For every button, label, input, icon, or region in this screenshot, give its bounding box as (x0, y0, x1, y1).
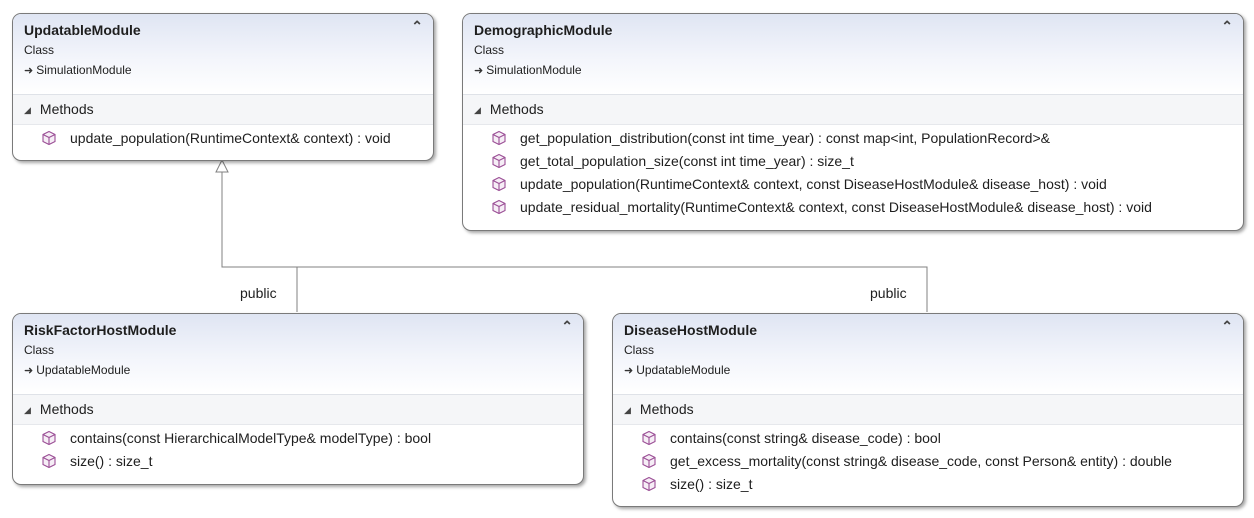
methods-section-label: Methods (639, 401, 694, 417)
method-row[interactable]: update_population(RuntimeContext& contex… (463, 173, 1243, 196)
inheritance-arrow-icon: ➜ (24, 365, 34, 377)
class-name: UpdatableModule (24, 22, 141, 38)
inheritance-arrow-icon: ➜ (24, 65, 34, 77)
method-row[interactable]: update_residual_mortality(RuntimeContext… (463, 196, 1243, 219)
collapse-icon[interactable]: ⌃ (561, 319, 573, 333)
triangle-down-icon: ◢ (474, 105, 481, 115)
connector-disease-to-updatable (222, 266, 928, 312)
method-list: get_population_distribution(const int ti… (463, 125, 1243, 219)
method-cube-icon (42, 430, 56, 446)
method-cube-icon (492, 130, 506, 146)
method-row[interactable]: get_total_population_size(const int time… (463, 150, 1243, 173)
class-parent-name: SimulationModule (36, 63, 132, 77)
method-cube-icon (642, 430, 656, 446)
methods-section-header[interactable]: ◢ Methods (13, 395, 583, 425)
class-kind: Class (624, 343, 655, 357)
class-name: DiseaseHostModule (624, 322, 758, 338)
method-signature: size() : size_t (670, 476, 753, 492)
class-header: DemographicModule Class ➜ SimulationModul… (463, 14, 1243, 95)
methods-section-label: Methods (489, 101, 544, 117)
method-cube-icon (42, 130, 56, 146)
method-cube-icon (492, 176, 506, 192)
class-box-demographic-module[interactable]: DemographicModule Class ➜ SimulationModul… (462, 13, 1244, 231)
method-row[interactable]: size() : size_t (13, 450, 583, 473)
method-cube-icon (642, 453, 656, 469)
collapse-icon[interactable]: ⌃ (1221, 19, 1233, 33)
method-row[interactable]: update_population(RuntimeContext& contex… (13, 127, 433, 150)
class-parent-name: UpdatableModule (36, 363, 131, 377)
class-parent-name: UpdatableModule (636, 363, 731, 377)
class-parent: ➜ UpdatableModule (24, 363, 130, 377)
method-signature: get_total_population_size(const int time… (520, 153, 854, 169)
method-list: update_population(RuntimeContext& contex… (13, 125, 433, 150)
method-cube-icon (642, 476, 656, 492)
method-signature: get_excess_mortality(const string& disea… (670, 453, 1172, 469)
class-header: DiseaseHostModule Class ➜ UpdatableModule… (613, 314, 1243, 395)
class-box-updatable-module[interactable]: UpdatableModule Class ➜ SimulationModule … (12, 13, 434, 161)
method-row[interactable]: contains(const HierarchicalModelType& mo… (13, 427, 583, 450)
inheritance-arrowhead (215, 158, 229, 173)
method-cube-icon (42, 453, 56, 469)
class-parent-name: SimulationModule (486, 63, 582, 77)
triangle-down-icon: ◢ (24, 405, 31, 415)
triangle-down-icon: ◢ (624, 405, 631, 415)
method-signature: update_population(RuntimeContext& contex… (520, 176, 1107, 192)
method-signature: get_population_distribution(const int ti… (520, 130, 1050, 146)
methods-section-header[interactable]: ◢ Methods (613, 395, 1243, 425)
class-box-disease-host-module[interactable]: DiseaseHostModule Class ➜ UpdatableModule… (612, 313, 1244, 507)
class-parent: ➜ UpdatableModule (624, 363, 730, 377)
inheritance-arrow-icon: ➜ (624, 365, 634, 377)
class-name: DemographicModule (474, 22, 613, 38)
class-header: UpdatableModule Class ➜ SimulationModule … (13, 14, 433, 95)
class-box-riskfactor-host-module[interactable]: RiskFactorHostModule Class ➜ UpdatableMod… (12, 313, 584, 485)
method-row[interactable]: get_population_distribution(const int ti… (463, 127, 1243, 150)
method-row[interactable]: contains(const string& disease_code) : b… (613, 427, 1243, 450)
method-cube-icon (492, 199, 506, 215)
class-kind: Class (24, 343, 55, 357)
method-list: contains(const string& disease_code) : b… (613, 425, 1243, 496)
class-parent: ➜ SimulationModule (24, 63, 132, 77)
method-signature: contains(const HierarchicalModelType& mo… (70, 430, 432, 446)
inheritance-arrow-icon: ➜ (474, 65, 484, 77)
class-parent: ➜ SimulationModule (474, 63, 582, 77)
method-signature: update_residual_mortality(RuntimeContext… (520, 199, 1152, 215)
collapse-icon[interactable]: ⌃ (411, 19, 423, 33)
method-signature: update_population(RuntimeContext& contex… (70, 130, 391, 146)
class-kind: Class (24, 43, 55, 57)
class-kind: Class (474, 43, 505, 57)
relation-label-right: public (870, 285, 907, 301)
method-cube-icon (492, 153, 506, 169)
method-list: contains(const HierarchicalModelType& mo… (13, 425, 583, 473)
class-name: RiskFactorHostModule (24, 322, 177, 338)
method-row[interactable]: get_excess_mortality(const string& disea… (613, 450, 1243, 473)
methods-section-label: Methods (39, 101, 94, 117)
method-signature: size() : size_t (70, 453, 153, 469)
class-header: RiskFactorHostModule Class ➜ UpdatableMod… (13, 314, 583, 395)
methods-section-header[interactable]: ◢ Methods (463, 95, 1243, 125)
methods-section-header[interactable]: ◢ Methods (13, 95, 433, 125)
methods-section-label: Methods (39, 401, 94, 417)
method-row[interactable]: size() : size_t (613, 473, 1243, 496)
triangle-down-icon: ◢ (24, 105, 31, 115)
relation-label-left: public (240, 285, 277, 301)
method-signature: contains(const string& disease_code) : b… (670, 430, 941, 446)
collapse-icon[interactable]: ⌃ (1221, 319, 1233, 333)
